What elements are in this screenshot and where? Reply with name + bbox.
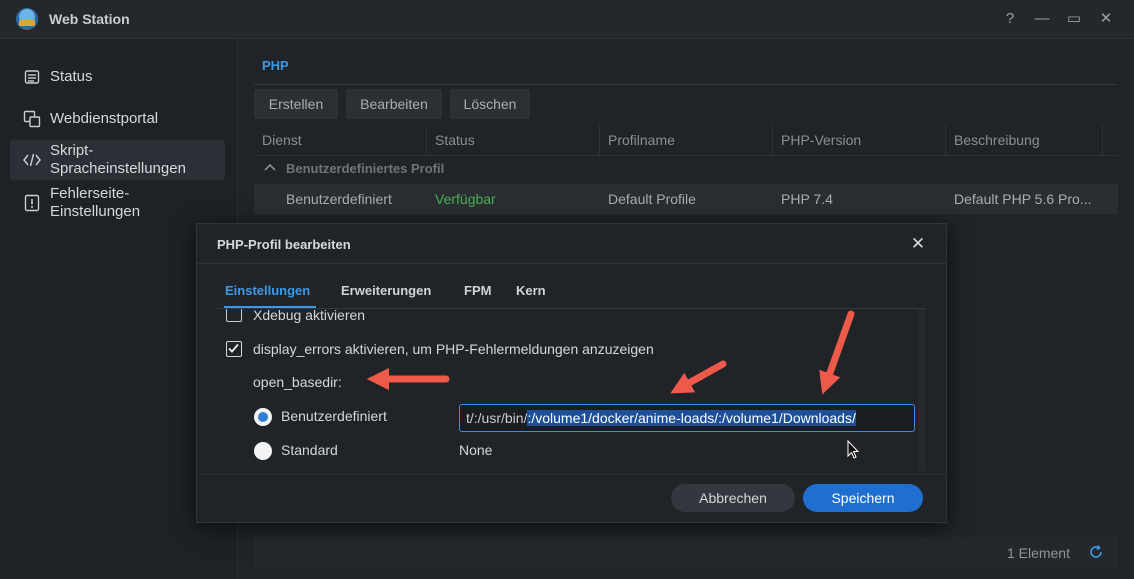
- close-icon[interactable]: ✕: [908, 234, 928, 254]
- edit-button[interactable]: Bearbeiten: [346, 89, 442, 119]
- error-page-icon: [22, 193, 42, 213]
- chevron-up-icon[interactable]: [264, 161, 276, 175]
- save-button[interactable]: Speichern: [803, 484, 923, 512]
- maximize-button[interactable]: ▭: [1063, 8, 1085, 30]
- column-header-beschreibung[interactable]: Beschreibung: [946, 125, 1103, 155]
- dialog-footer-divider: [197, 474, 946, 475]
- table-header: Dienst Status Profilname PHP-Version Bes…: [254, 125, 1118, 156]
- tab-einstellungen[interactable]: Einstellungen: [225, 283, 310, 298]
- group-row[interactable]: Benutzerdefiniertes Profil: [254, 155, 1118, 183]
- column-header-status[interactable]: Status: [427, 125, 600, 155]
- label-line-2: Spracheinstellungen: [50, 160, 186, 177]
- web-station-icon: [16, 8, 38, 30]
- portal-icon: [22, 109, 42, 129]
- sidebar-item-webdienstportal[interactable]: Webdienstportal: [10, 105, 225, 133]
- custom-radio[interactable]: [254, 408, 272, 426]
- cell-service: Benutzerdefiniert: [286, 191, 392, 207]
- sidebar-item-status[interactable]: Status: [10, 63, 225, 91]
- group-label: Benutzerdefiniertes Profil: [286, 161, 445, 176]
- minimize-button[interactable]: —: [1031, 8, 1053, 30]
- create-button[interactable]: Erstellen: [254, 89, 338, 119]
- standard-label: Standard: [281, 442, 338, 458]
- refresh-icon[interactable]: [1088, 544, 1104, 560]
- title-bar: Web Station ? — ▭ ✕: [0, 0, 1134, 39]
- item-count: 1 Element: [1006, 545, 1070, 561]
- sidebar-item-label: Fehlerseite- Einstellungen: [50, 185, 140, 221]
- sidebar-item-label: Webdienstportal: [50, 110, 159, 127]
- app-title: Web Station: [49, 11, 130, 27]
- open-basedir-input[interactable]: t/:/usr/bin/:/volume1/docker/anime-loads…: [459, 404, 915, 432]
- standard-value: None: [459, 442, 493, 458]
- label-line-2: Einstellungen: [50, 203, 141, 220]
- tab-fpm[interactable]: FPM: [464, 283, 491, 298]
- label-line-1: Skript-: [50, 142, 94, 159]
- status-icon: [22, 67, 42, 87]
- xdebug-label: Xdebug aktivieren: [253, 309, 366, 323]
- edit-php-profile-dialog: PHP-Profil bearbeiten ✕ Einstellungen Er…: [196, 223, 947, 523]
- settings-content: Xdebug aktivieren display_errors aktivie…: [217, 309, 925, 471]
- input-text-selected: :/volume1/docker/anime-loads/:/volume1/D…: [527, 410, 856, 426]
- cell-status: Verfügbar: [435, 191, 496, 207]
- tab-erweiterungen[interactable]: Erweiterungen: [341, 283, 431, 298]
- code-icon: [22, 150, 42, 170]
- sidebar-item-skript-spracheinstellungen[interactable]: Skript- Spracheinstellungen: [10, 140, 225, 180]
- tab-divider: [254, 84, 1118, 85]
- table-footer: 1 Element: [254, 537, 1118, 569]
- display-errors-checkbox[interactable]: [226, 341, 242, 357]
- cancel-button[interactable]: Abbrechen: [671, 484, 795, 512]
- sidebar-item-label: Skript- Spracheinstellungen: [50, 142, 186, 178]
- cell-profile: Default Profile: [608, 191, 696, 207]
- tab-kern[interactable]: Kern: [516, 283, 546, 298]
- display-errors-label: display_errors aktivieren, um PHP-Fehler…: [253, 341, 654, 357]
- custom-label: Benutzerdefiniert: [281, 408, 387, 424]
- open-basedir-label: open_basedir:: [253, 374, 342, 390]
- checkmark-icon: [228, 343, 239, 353]
- column-header-php-version[interactable]: PHP-Version: [773, 125, 946, 155]
- dialog-title: PHP-Profil bearbeiten: [217, 237, 351, 252]
- table-row[interactable]: Benutzerdefiniert Verfügbar Default Prof…: [254, 184, 1118, 214]
- cell-description: Default PHP 5.6 Pro...: [954, 191, 1092, 207]
- standard-radio[interactable]: [254, 442, 272, 460]
- close-window-button[interactable]: ✕: [1095, 8, 1117, 30]
- column-header-profilname[interactable]: Profilname: [600, 125, 773, 155]
- sidebar-item-label: Status: [50, 68, 93, 85]
- dialog-divider: [197, 263, 946, 264]
- input-text-plain: t/:/usr/bin/: [466, 410, 528, 426]
- label-line-1: Fehlerseite-: [50, 185, 130, 202]
- help-button[interactable]: ?: [999, 8, 1021, 30]
- sidebar-item-fehlerseite-einstellungen[interactable]: Fehlerseite- Einstellungen: [10, 183, 225, 223]
- cell-version: PHP 7.4: [781, 191, 833, 207]
- delete-button[interactable]: Löschen: [450, 89, 530, 119]
- xdebug-checkbox[interactable]: [226, 309, 242, 322]
- tab-php[interactable]: PHP: [262, 58, 289, 73]
- scrollbar[interactable]: [918, 309, 925, 471]
- column-header-dienst[interactable]: Dienst: [254, 125, 427, 155]
